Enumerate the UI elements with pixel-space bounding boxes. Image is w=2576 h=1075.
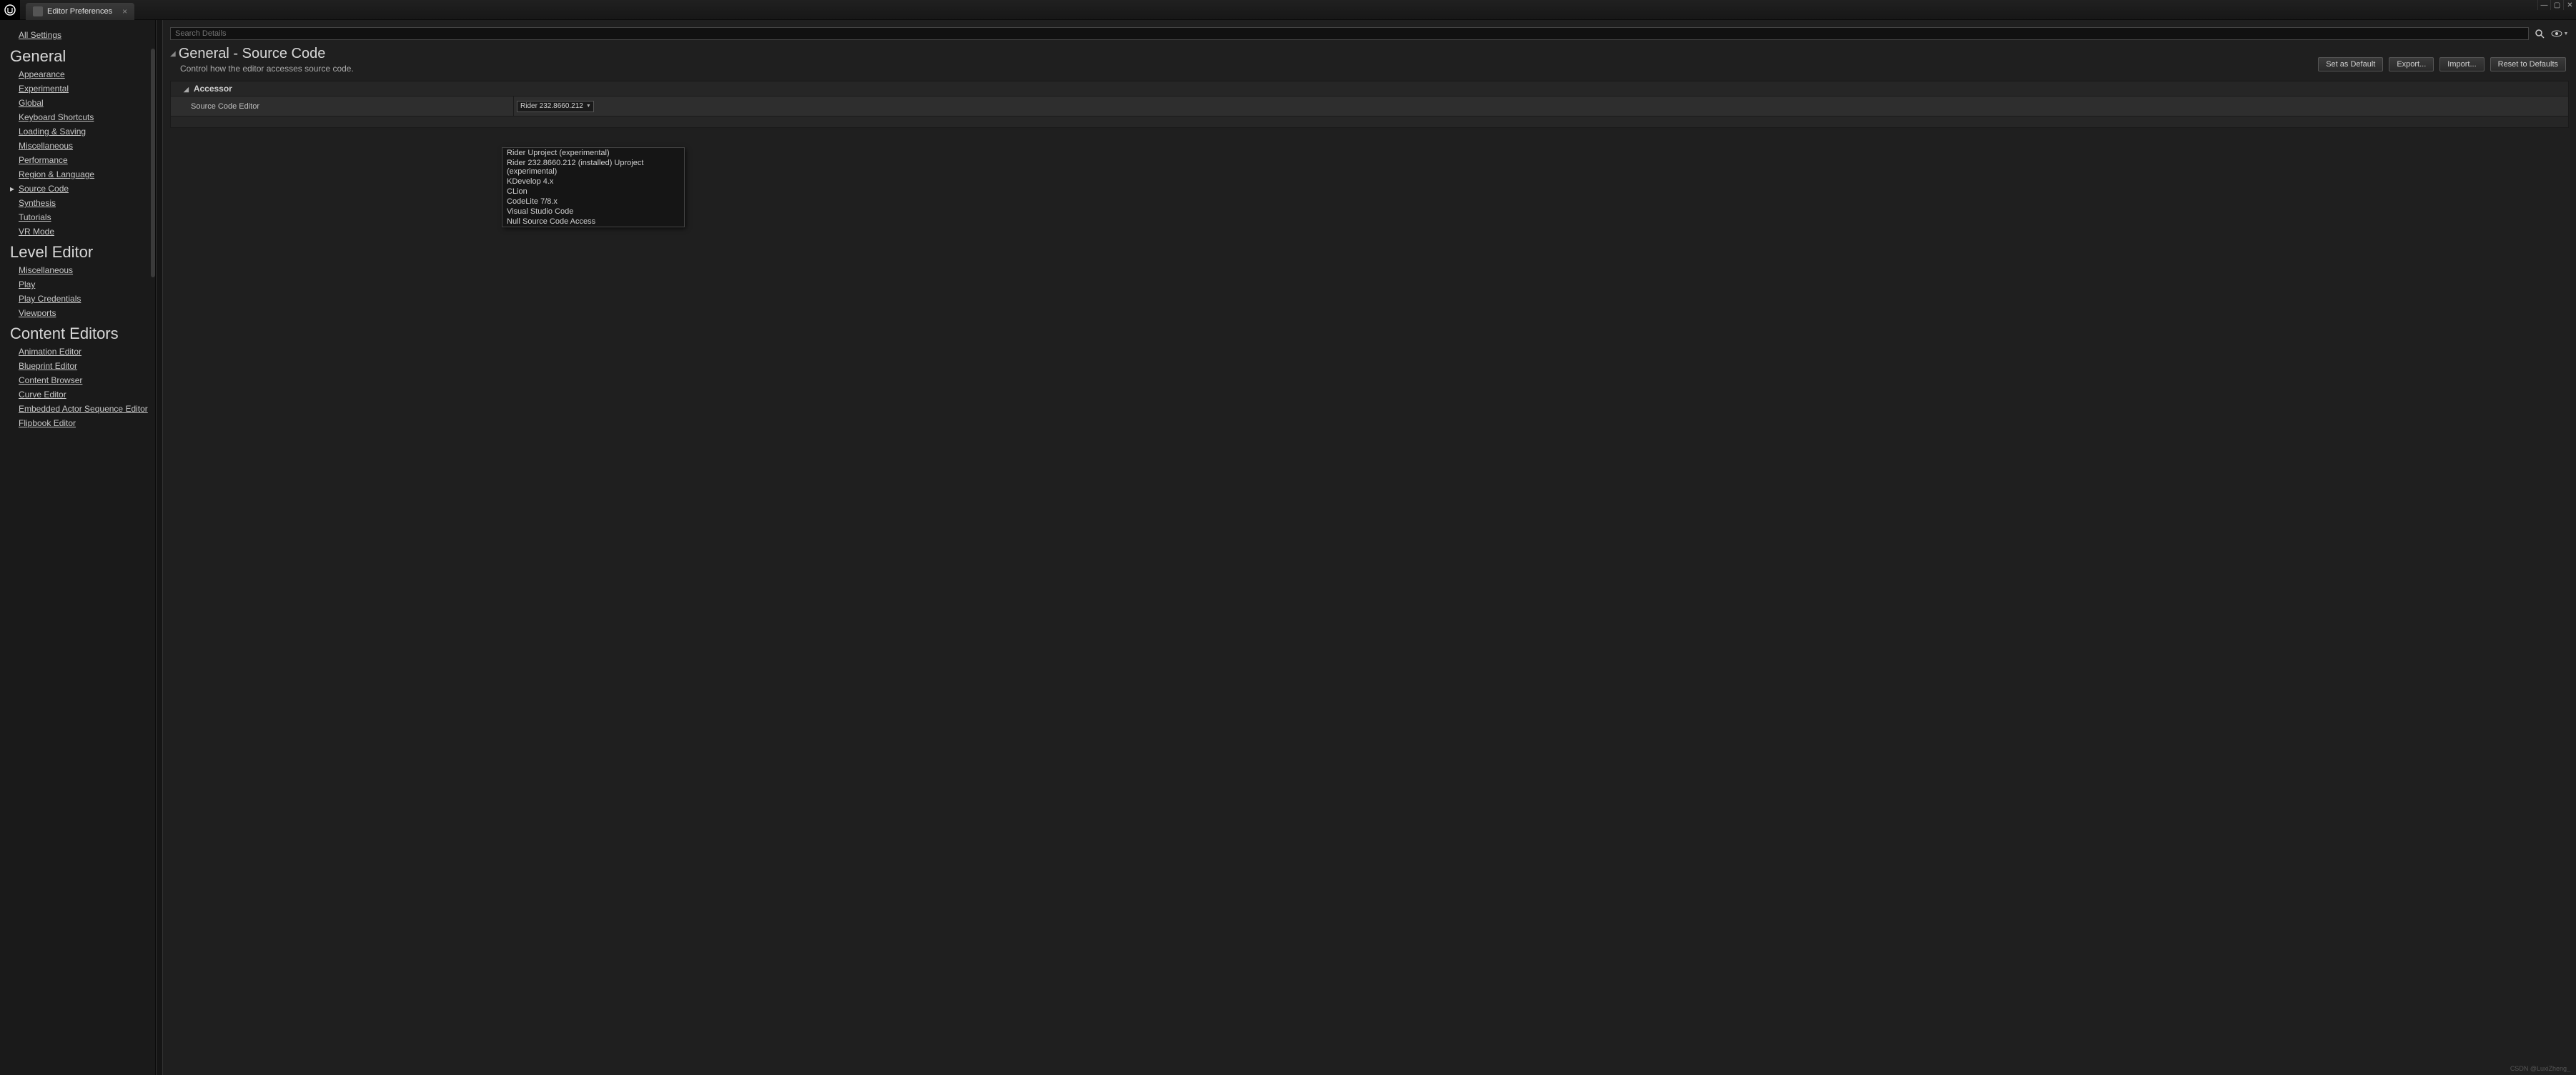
dropdown-option[interactable]: Rider 232.8660.212 (installed) Uproject … xyxy=(502,158,684,177)
sidebar-item-play-credentials[interactable]: Play Credentials xyxy=(0,292,155,306)
sidebar-item-miscellaneous[interactable]: Miscellaneous xyxy=(0,139,155,153)
sidebar-item-content-browser[interactable]: Content Browser xyxy=(0,373,155,387)
button-row: Set as Default Export... Import... Reset… xyxy=(2318,57,2566,71)
sidebar-item-source-code[interactable]: Source Code xyxy=(0,182,155,196)
search-row: ▼ xyxy=(170,27,2569,40)
import-button[interactable]: Import... xyxy=(2439,57,2484,71)
maximize-button[interactable]: ▢ xyxy=(2550,0,2563,10)
sidebar-item-miscellaneous[interactable]: Miscellaneous xyxy=(0,263,155,277)
export-button[interactable]: Export... xyxy=(2389,57,2434,71)
sidebar: All Settings GeneralAppearanceExperiment… xyxy=(0,20,156,1075)
property-label: Source Code Editor xyxy=(171,96,514,116)
category-header: Content Editors xyxy=(0,320,155,345)
tab-label: Editor Preferences xyxy=(47,7,112,16)
search-icon[interactable] xyxy=(2533,27,2546,40)
sidebar-item-region-language[interactable]: Region & Language xyxy=(0,167,155,182)
dropdown-option[interactable]: KDevelop 4.x xyxy=(502,177,684,187)
minimize-button[interactable]: ― xyxy=(2537,0,2550,10)
page-title: General - Source Code xyxy=(179,46,326,62)
collapse-icon[interactable]: ◢ xyxy=(170,50,176,58)
sidebar-item-embedded-actor-sequence-editor[interactable]: Embedded Actor Sequence Editor xyxy=(0,402,155,416)
titlebar: Editor Preferences × ― ▢ ✕ xyxy=(0,0,2576,20)
set-default-button[interactable]: Set as Default xyxy=(2318,57,2383,71)
sidebar-item-appearance[interactable]: Appearance xyxy=(0,67,155,81)
sidebar-item-viewports[interactable]: Viewports xyxy=(0,306,155,320)
sidebar-item-loading-saving[interactable]: Loading & Saving xyxy=(0,124,155,139)
dropdown-option[interactable]: CodeLite 7/8.x xyxy=(502,197,684,207)
property-row: Source Code Editor Rider 232.8660.212 xyxy=(170,96,2569,117)
sidebar-item-flipbook-editor[interactable]: Flipbook Editor xyxy=(0,416,155,430)
dropdown-option[interactable]: Null Source Code Access xyxy=(502,217,684,227)
header-row: ◢ General - Source Code xyxy=(170,46,2569,62)
sidebar-item-tutorials[interactable]: Tutorials xyxy=(0,210,155,224)
sidebar-item-animation-editor[interactable]: Animation Editor xyxy=(0,345,155,359)
page-description: Control how the editor accesses source c… xyxy=(170,64,2569,74)
ue-logo[interactable] xyxy=(0,0,20,20)
main-layout: All Settings GeneralAppearanceExperiment… xyxy=(0,20,2576,1075)
window-controls: ― ▢ ✕ xyxy=(2537,0,2576,10)
collapse-icon: ◢ xyxy=(184,86,189,93)
search-input[interactable] xyxy=(170,27,2529,40)
dropdown-option[interactable]: Rider Uproject (experimental) xyxy=(502,148,684,158)
category-header: General xyxy=(0,43,155,67)
dropdown-option[interactable]: Visual Studio Code xyxy=(502,207,684,217)
category-header: Level Editor xyxy=(0,239,155,263)
visibility-icon[interactable]: ▼ xyxy=(2550,27,2569,40)
sidebar-item-blueprint-editor[interactable]: Blueprint Editor xyxy=(0,359,155,373)
chevron-down-icon: ▼ xyxy=(2564,31,2569,36)
sidebar-item-synthesis[interactable]: Synthesis xyxy=(0,196,155,210)
prefs-icon xyxy=(33,6,43,16)
sidebar-item-performance[interactable]: Performance xyxy=(0,153,155,167)
dropdown-option[interactable]: CLion xyxy=(502,187,684,197)
reset-defaults-button[interactable]: Reset to Defaults xyxy=(2490,57,2566,71)
sidebar-item-keyboard-shortcuts[interactable]: Keyboard Shortcuts xyxy=(0,110,155,124)
sidebar-item-play[interactable]: Play xyxy=(0,277,155,292)
tab-editor-preferences[interactable]: Editor Preferences × xyxy=(26,3,134,20)
sidebar-item-experimental[interactable]: Experimental xyxy=(0,81,155,96)
watermark: CSDN @LuxiZheng_ xyxy=(2510,1065,2570,1072)
dropdown-menu: Rider Uproject (experimental)Rider 232.8… xyxy=(502,147,685,227)
all-settings-link[interactable]: All Settings xyxy=(0,27,155,43)
dropdown-value: Rider 232.8660.212 xyxy=(520,102,583,110)
property-value: Rider 232.8660.212 xyxy=(514,96,2568,116)
section-title: Accessor xyxy=(194,84,232,94)
sidebar-item-curve-editor[interactable]: Curve Editor xyxy=(0,387,155,402)
splitter[interactable] xyxy=(156,20,163,1075)
content-panel: ▼ ◢ General - Source Code Control how th… xyxy=(163,20,2576,1075)
section-header[interactable]: ◢ Accessor xyxy=(170,81,2569,96)
sidebar-item-global[interactable]: Global xyxy=(0,96,155,110)
close-icon[interactable]: × xyxy=(122,6,127,16)
sidebar-item-vr-mode[interactable]: VR Mode xyxy=(0,224,155,239)
close-button[interactable]: ✕ xyxy=(2563,0,2576,10)
source-code-editor-dropdown[interactable]: Rider 232.8660.212 xyxy=(517,101,594,112)
empty-row xyxy=(170,117,2569,128)
tab-bar: Editor Preferences × xyxy=(20,0,134,20)
